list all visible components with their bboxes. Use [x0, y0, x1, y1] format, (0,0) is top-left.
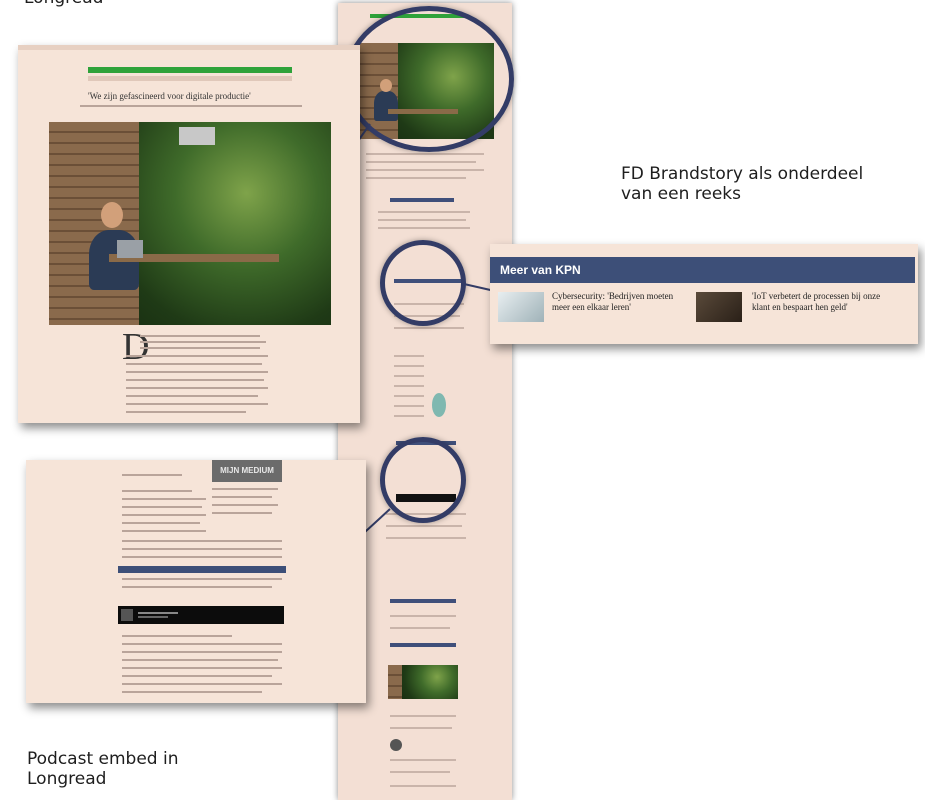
more-item-2-thumb[interactable]	[696, 292, 742, 322]
article-hero-photo	[49, 122, 331, 325]
more-from-kpn-panel: Meer van KPN Cybersecurity: 'Bedrijven m…	[490, 244, 918, 344]
more-item-2-title[interactable]: 'IoT verbetert de processen bij onze kla…	[752, 291, 882, 313]
more-item-1-thumb[interactable]	[498, 292, 544, 322]
article-panel: 'We zijn gefascineerd voor digitale prod…	[18, 45, 360, 423]
podcast-intro-bar	[118, 566, 286, 573]
podcast-player[interactable]	[118, 606, 284, 624]
more-from-header: Meer van KPN	[490, 257, 915, 283]
podcast-panel: MIJN MEDIUM	[26, 460, 366, 703]
article-green-bar	[88, 67, 292, 73]
podcast-cover	[121, 609, 133, 621]
podcast-badge: MIJN MEDIUM	[212, 460, 282, 482]
more-item-1-title[interactable]: Cybersecurity: 'Bedrijven moeten meer ee…	[552, 291, 682, 313]
article-headline: 'We zijn gefascineerd voor digitale prod…	[88, 91, 251, 101]
